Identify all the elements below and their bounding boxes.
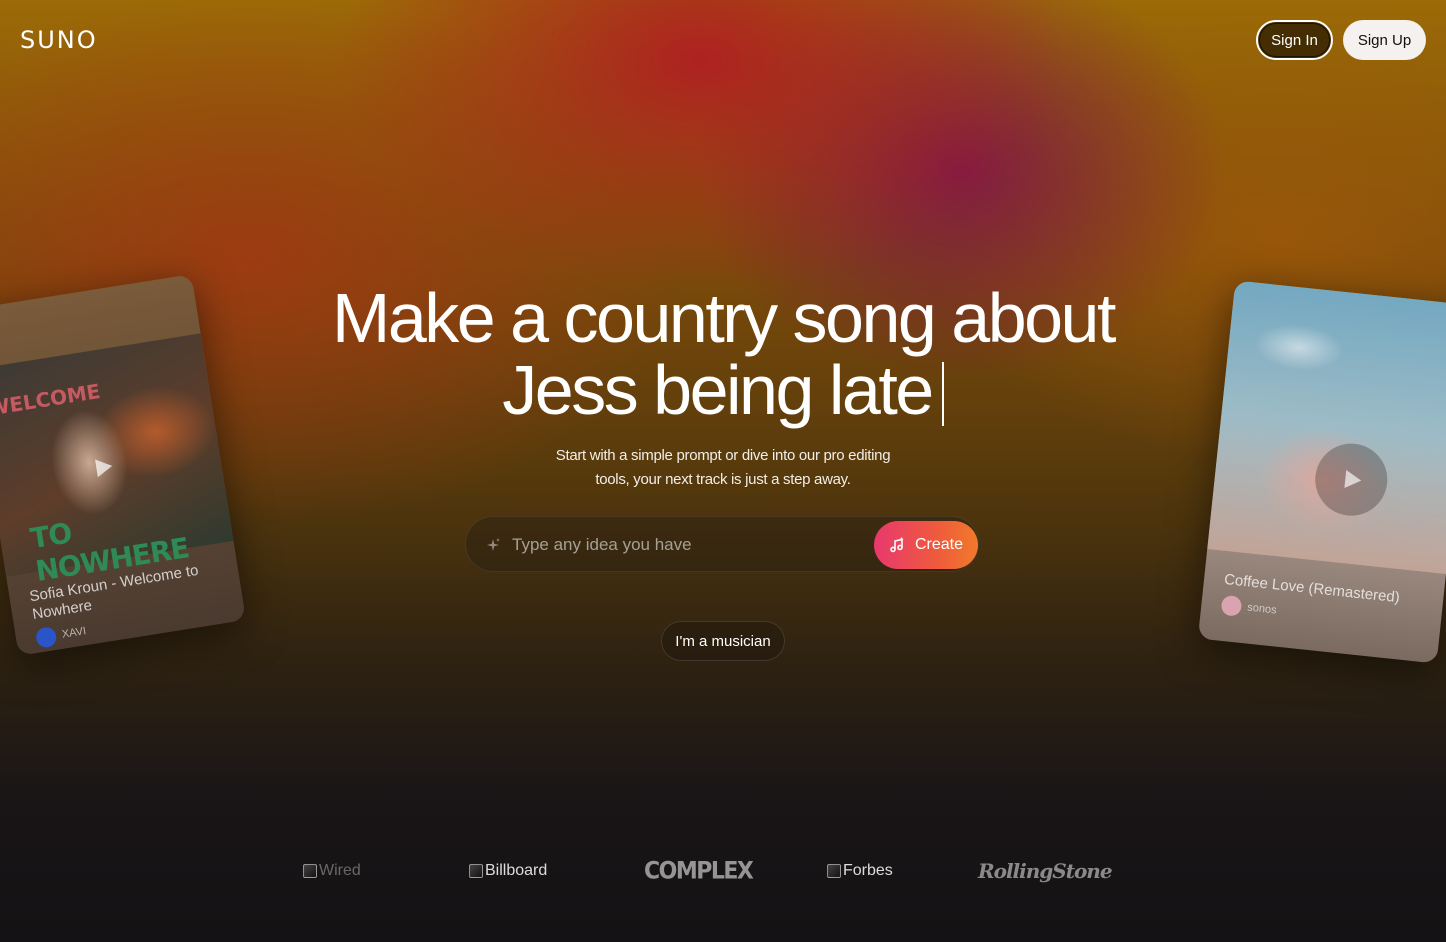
create-label: Create <box>914 536 964 553</box>
press-name: Forbes <box>843 862 893 879</box>
subtitle-line-1: Start with a simple prompt or dive into … <box>555 447 891 464</box>
play-icon[interactable] <box>83 448 122 487</box>
im-a-musician-button[interactable]: I'm a musician <box>661 621 785 661</box>
headline-line-2: Jess being late <box>0 354 1446 426</box>
headline-line-1: Make a country song about <box>332 279 1116 357</box>
press-logo-forbes: Forbes <box>827 858 893 884</box>
music-note-icon <box>890 537 904 553</box>
sign-up-button[interactable]: Sign Up <box>1343 20 1426 60</box>
press-logo-rolling-stone: RollingStone <box>978 859 1113 883</box>
header: SUNO Sign In Sign Up <box>0 0 1446 80</box>
press-name: Wired <box>319 862 361 879</box>
song-author: XAVI <box>61 625 87 641</box>
press-name: Billboard <box>485 862 548 879</box>
broken-image-icon <box>827 864 841 878</box>
broken-image-icon <box>303 864 317 878</box>
song-author: sonos <box>1246 601 1278 617</box>
avatar <box>1220 594 1243 617</box>
create-button[interactable]: Create <box>874 521 978 569</box>
typing-cursor <box>941 362 944 426</box>
press-logo-wired: Wired <box>303 858 361 884</box>
subtitle-line-2: tools, your next track is just a step aw… <box>595 471 851 488</box>
play-icon <box>1344 470 1362 488</box>
prompt-input[interactable] <box>512 527 862 563</box>
suno-logo[interactable]: SUNO <box>20 26 98 54</box>
avatar <box>34 625 58 649</box>
press-logo-complex: COMPLEX <box>644 857 754 885</box>
sparkle-icon <box>487 538 500 551</box>
sign-in-button[interactable]: Sign In <box>1256 20 1333 60</box>
broken-image-icon <box>469 864 483 878</box>
press-logo-billboard: Billboard <box>469 858 547 884</box>
prompt-bar: Create <box>465 516 979 572</box>
headline-typed-text: Jess being late <box>502 351 934 429</box>
hero-subtitle: Start with a simple prompt or dive into … <box>523 444 923 492</box>
hero-headline: Make a country song about Jess being lat… <box>0 282 1446 426</box>
